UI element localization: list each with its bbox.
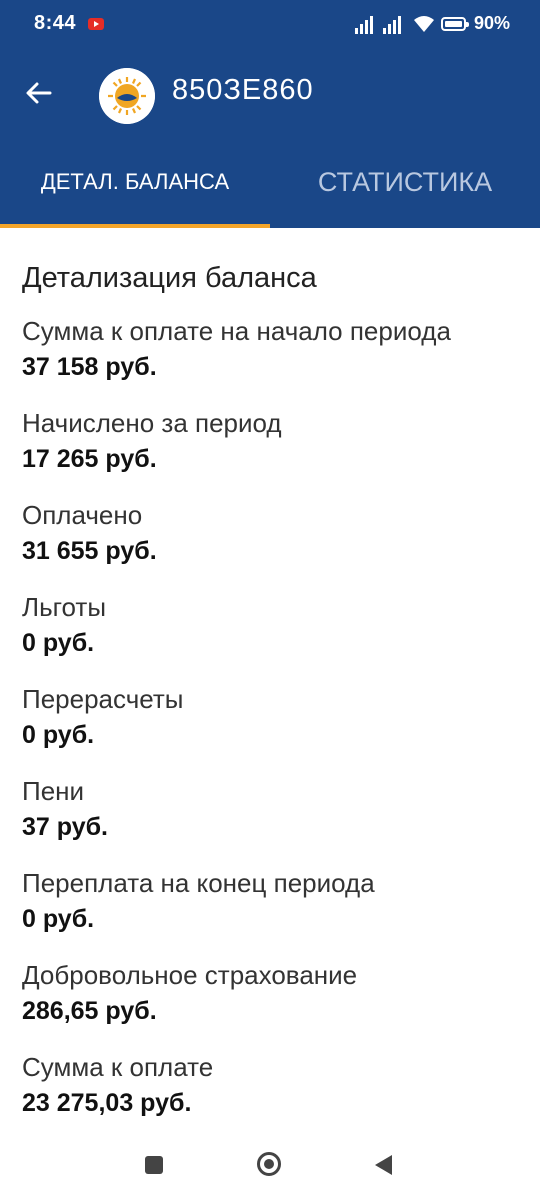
row-label: Льготы: [22, 592, 107, 622]
row-label: Переплата на конец периода: [22, 868, 375, 898]
system-nav-bar: [0, 1130, 540, 1200]
company-logo: [99, 68, 155, 124]
balance-row: Льготы 0 руб.: [22, 588, 522, 680]
tab-statistics[interactable]: СТАТИСТИКА: [270, 152, 540, 228]
balance-row: Начислено за период 17 265 руб.: [22, 404, 522, 496]
row-label: Сумма к оплате: [22, 1052, 214, 1082]
account-number: 850ЗЕ860: [172, 74, 314, 106]
battery-percent: 90%: [474, 13, 511, 33]
balance-row: Пени 37 руб.: [22, 772, 522, 864]
active-tab-indicator: [0, 224, 270, 228]
recents-square-icon[interactable]: [145, 1156, 163, 1174]
row-label: Начислено за период: [22, 408, 282, 438]
battery-icon: [441, 17, 469, 31]
youtube-notification-icon: [88, 18, 104, 30]
tab-balance-details[interactable]: ДЕТАЛ. БАЛАНСА: [0, 152, 270, 228]
row-value: 37 руб.: [22, 813, 108, 841]
balance-row: Перерасчеты 0 руб.: [22, 680, 522, 772]
back-triangle-icon[interactable]: [375, 1155, 392, 1175]
balance-details: Детализация баланса Сумма к оплате на на…: [22, 258, 522, 1140]
home-circle-icon[interactable]: [257, 1152, 281, 1176]
row-value: 23 275,03 руб.: [22, 1089, 192, 1117]
status-time: 8:44: [34, 12, 77, 34]
row-label: Добровольное страхование: [22, 960, 358, 990]
row-value: 0 руб.: [22, 629, 95, 657]
row-value: 17 265 руб.: [22, 445, 157, 473]
app-bar: 850ЗЕ860 ДЕТАЛ. БАЛАНСА СТАТИСТИКА: [0, 54, 540, 228]
balance-row: Сумма к оплате на начало периода 37 158 …: [22, 312, 522, 404]
row-label: Перерасчеты: [22, 684, 184, 714]
balance-row: Сумма к оплате 23 275,03 руб.: [22, 1048, 522, 1140]
balance-row: Переплата на конец периода 0 руб.: [22, 864, 522, 956]
row-label: Сумма к оплате на начало периода: [22, 316, 451, 346]
section-title: Детализация баланса: [22, 262, 317, 294]
arrow-left-icon[interactable]: [22, 76, 56, 110]
signal-icon: [355, 16, 375, 34]
wifi-icon: [414, 16, 434, 32]
row-value: 31 655 руб.: [22, 537, 157, 565]
row-label: Оплачено: [22, 500, 143, 530]
row-value: 286,65 руб.: [22, 997, 157, 1025]
row-label: Пени: [22, 776, 85, 806]
balance-row: Оплачено 31 655 руб.: [22, 496, 522, 588]
signal-icon-2: [383, 16, 403, 34]
row-value: 0 руб.: [22, 721, 95, 749]
row-value: 37 158 руб.: [22, 353, 157, 381]
row-value: 0 руб.: [22, 905, 95, 933]
balance-row: Добровольное страхование 286,65 руб.: [22, 956, 522, 1048]
status-bar: 8:44 90%: [0, 0, 540, 54]
